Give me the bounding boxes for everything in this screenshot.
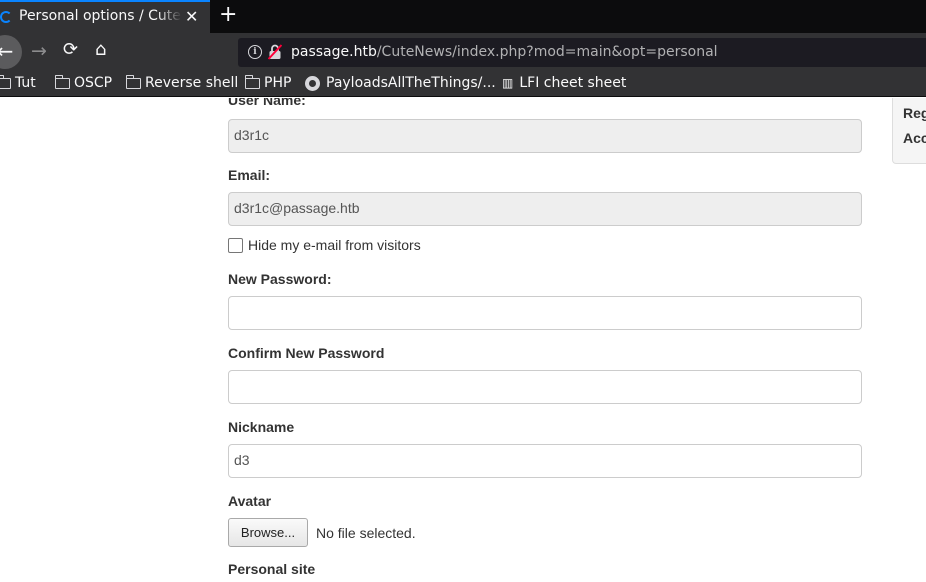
- new-password-field[interactable]: [228, 296, 862, 330]
- forward-button[interactable]: →: [31, 40, 47, 62]
- side-panel-item-reg[interactable]: Reg: [903, 105, 926, 121]
- map-icon: ▥: [502, 76, 514, 90]
- username-field[interactable]: d3r1c: [228, 119, 862, 153]
- bookmark-label: PayloadsAllTheThings/...: [326, 75, 496, 91]
- browse-button[interactable]: Browse...: [228, 518, 308, 547]
- confirm-password-label: Confirm New Password: [228, 345, 385, 361]
- folder-icon: [244, 74, 260, 89]
- folder-icon: [54, 74, 70, 89]
- close-tab-icon[interactable]: ✕: [185, 7, 198, 26]
- hide-email-row[interactable]: Hide my e-mail from visitors: [228, 237, 421, 253]
- bookmark-label: Reverse shell: [145, 75, 239, 91]
- bookmark-oscp[interactable]: OSCP: [54, 74, 113, 91]
- bookmark-label: LFI cheet sheet: [519, 75, 627, 91]
- folder-icon: [0, 74, 11, 89]
- bookmark-lfi-cheet-sheet[interactable]: ▥ LFI cheet sheet: [502, 75, 626, 91]
- username-label: User Name:: [228, 98, 306, 108]
- tab-bar: Personal options / CuteNews ✕ +: [0, 0, 926, 33]
- personal-site-label: Personal site: [228, 561, 316, 577]
- email-label: Email:: [228, 167, 271, 183]
- nickname-label: Nickname: [228, 419, 295, 435]
- page-content: User Name: d3r1c Email: d3r1c@passage.ht…: [0, 98, 926, 582]
- side-panel: Reg Acc: [892, 98, 926, 164]
- navigation-bar: ← → ⟳ ⌂ i passage.htb/CuteNews/index.php…: [0, 33, 926, 71]
- hide-email-label: Hide my e-mail from visitors: [248, 237, 421, 253]
- reload-button[interactable]: ⟳: [63, 39, 78, 60]
- no-file-selected-text: No file selected.: [316, 524, 416, 541]
- avatar-file-input[interactable]: Browse... No file selected.: [228, 518, 416, 547]
- bookmark-label: Tut: [15, 75, 36, 91]
- avatar-label: Avatar: [228, 493, 272, 509]
- url-path: /CuteNews/index.php?mod=main&opt=persona…: [376, 44, 718, 60]
- url-text[interactable]: passage.htb/CuteNews/index.php?mod=main&…: [291, 44, 718, 60]
- confirm-password-field[interactable]: [228, 370, 862, 404]
- bookmark-label: OSCP: [74, 75, 113, 91]
- bookmarks-bar: Tut OSCP Reverse shell PHP PayloadsAllTh…: [0, 71, 926, 97]
- home-button[interactable]: ⌂: [95, 39, 106, 60]
- new-password-label: New Password:: [228, 271, 332, 287]
- hide-email-checkbox[interactable]: [228, 237, 243, 253]
- info-icon[interactable]: i: [248, 45, 262, 59]
- bookmark-tut[interactable]: Tut: [0, 74, 36, 91]
- folder-icon: [125, 74, 141, 89]
- back-button[interactable]: ←: [0, 35, 22, 69]
- new-tab-button[interactable]: +: [219, 2, 237, 28]
- address-bar[interactable]: i passage.htb/CuteNews/index.php?mod=mai…: [238, 38, 926, 67]
- bookmark-payloadsallthethings[interactable]: PayloadsAllTheThings/...: [305, 75, 496, 91]
- loading-spinner-icon: [0, 11, 12, 23]
- github-icon: [305, 75, 320, 91]
- email-field[interactable]: d3r1c@passage.htb: [228, 192, 862, 226]
- tab-title: Personal options / CuteNews: [19, 8, 182, 24]
- nickname-field[interactable]: d3: [228, 444, 862, 478]
- url-host: passage.htb: [291, 44, 377, 60]
- bookmark-reverse-shell[interactable]: Reverse shell: [125, 74, 239, 91]
- active-tab[interactable]: Personal options / CuteNews ✕: [0, 0, 210, 33]
- bookmark-label: PHP: [264, 75, 292, 91]
- insecure-lock-icon[interactable]: [268, 44, 282, 60]
- side-panel-item-acc[interactable]: Acc: [903, 130, 926, 146]
- bookmark-php[interactable]: PHP: [244, 74, 292, 91]
